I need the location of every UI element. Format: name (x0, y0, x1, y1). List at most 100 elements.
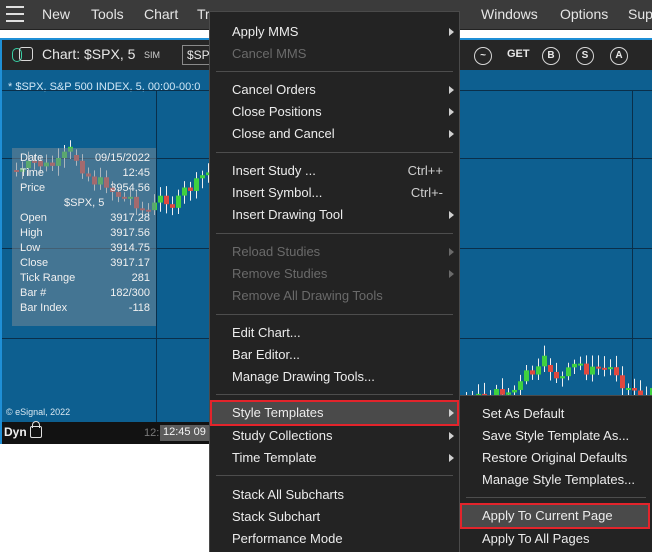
hamburger-menu-icon[interactable] (6, 6, 24, 22)
menu-windows[interactable]: Windows (481, 6, 538, 22)
candle-body (596, 366, 601, 369)
candle-body (170, 204, 175, 208)
menu-item-style-templates[interactable]: Style Templates (210, 400, 459, 426)
menu-item-label: Time Template (232, 450, 317, 465)
data-label: High (20, 227, 43, 239)
menu-tools[interactable]: Tools (91, 6, 124, 22)
data-label: Close (20, 257, 49, 269)
symbol-input[interactable]: $SP (182, 45, 212, 65)
dyn-label[interactable]: Dyn (4, 425, 27, 439)
menu-item-apply-mms[interactable]: Apply MMS (210, 21, 459, 43)
refresh-icon[interactable]: ~ (474, 47, 492, 65)
data-value: 182/300 (110, 287, 150, 299)
menu-item-cancel-mms: Cancel MMS (210, 43, 459, 65)
menu-item-shortcut: Ctrl++ (407, 163, 443, 178)
menu-item-performance-mode[interactable]: Performance Mode (210, 528, 459, 550)
menu-item-label: Apply To Current Page (482, 508, 613, 523)
window-icon[interactable] (19, 47, 33, 61)
candle-body (590, 366, 595, 375)
menu-item-remove-all-drawing-tools: Remove All Drawing Tools (210, 285, 459, 307)
menu-separator (216, 233, 453, 234)
menu-item-label: Edit Chart... (232, 325, 301, 340)
menu-item-label: Set As Default (482, 406, 565, 421)
data-value: 3917.17 (110, 257, 150, 269)
menu-trade[interactable]: Tr (197, 6, 210, 22)
candle-body (584, 363, 589, 375)
menu-item-insert-study[interactable]: Insert Study ... Ctrl++ (210, 160, 459, 182)
menu-chart[interactable]: Chart (144, 6, 178, 22)
sell-icon[interactable]: S (576, 47, 594, 65)
menu-separator (216, 475, 453, 476)
data-value: 09/15/2022 (94, 152, 150, 164)
menu-item-save-style-template-as[interactable]: Save Style Template As... (460, 425, 652, 447)
candle-body (530, 370, 535, 375)
menu-separator (216, 71, 453, 72)
menu-item-label: Manage Style Templates... (482, 472, 635, 487)
menu-item-cancel-orders[interactable]: Cancel Orders (210, 79, 459, 101)
menu-new[interactable]: New (42, 6, 70, 22)
candle-body (542, 355, 547, 367)
menu-item-edit-chart[interactable]: Edit Chart... (210, 322, 459, 344)
menu-item-stack-subchart[interactable]: Stack Subchart (210, 506, 459, 528)
menu-item-manage-style-templates[interactable]: Manage Style Templates... (460, 469, 652, 491)
cursor-time-label: 12:45 09 (160, 425, 209, 441)
buy-icon[interactable]: B (542, 47, 560, 65)
data-label: Date (20, 152, 44, 164)
candle-body (566, 367, 571, 377)
data-row-open: Open 3917.28 (20, 212, 150, 224)
lock-icon[interactable] (30, 421, 42, 438)
menu-item-set-as-default[interactable]: Set As Default (460, 403, 652, 425)
menu-item-label: Restore Original Defaults (482, 450, 628, 465)
submenu-arrow-icon (449, 86, 454, 94)
menu-item-shortcut: Ctrl+- (410, 185, 443, 200)
menu-item-label: Insert Drawing Tool (232, 207, 344, 222)
data-value: 3917.56 (110, 227, 150, 239)
menu-item-manage-drawing-tools[interactable]: Manage Drawing Tools... (210, 366, 459, 388)
menu-item-label: Reload Studies (232, 244, 321, 259)
copyright-text: © eSignal, 2022 (6, 407, 71, 417)
data-value: 3917.28 (110, 212, 150, 224)
menu-item-label: Cancel MMS (232, 46, 307, 61)
menu-item-insert-drawing-tool[interactable]: Insert Drawing Tool (210, 204, 459, 226)
menu-item-bar-editor[interactable]: Bar Editor... (210, 344, 459, 366)
menu-item-apply-to-all-pages[interactable]: Apply To All Pages (460, 528, 652, 550)
candle-body (560, 376, 565, 379)
candle-body (500, 389, 505, 395)
menu-separator (466, 497, 646, 498)
menu-options[interactable]: Options (560, 6, 608, 22)
menu-item-close-positions[interactable]: Close Positions (210, 101, 459, 123)
candle-body (524, 370, 529, 382)
menu-item-apply-to-current-page[interactable]: Apply To Current Page (460, 503, 650, 529)
candle-body (518, 381, 523, 390)
data-window: $SPX, 5 Date 09/15/2022 Time 12:45 Price 39… (12, 148, 156, 326)
menu-item-label: Remove All Drawing Tools (232, 288, 383, 303)
submenu-arrow-icon (449, 28, 454, 36)
data-value: 12:45 (122, 167, 150, 179)
data-window-symbol: $SPX, 5 (64, 197, 105, 209)
menu-item-study-collections[interactable]: Study Collections (210, 425, 459, 447)
menu-item-label: Performance Mode (232, 531, 343, 546)
candle-body (188, 187, 193, 191)
candle-body (620, 375, 625, 389)
data-row-tick-range: Tick Range 281 (20, 272, 150, 284)
chart-title: Chart: $SPX, 5 (42, 46, 136, 62)
menu-item-label: Manage Drawing Tools... (232, 369, 375, 384)
alert-icon[interactable]: A (610, 47, 628, 65)
menu-item-label: Save Style Template As... (482, 428, 630, 443)
candle-body (554, 371, 559, 379)
menu-item-stack-all-subcharts[interactable]: Stack All Subcharts (210, 484, 459, 506)
chart-context-menu: Apply MMS Cancel MMS Cancel Orders Close… (209, 11, 460, 552)
menu-item-label: Close Positions (232, 104, 322, 119)
data-label: Open (20, 212, 47, 224)
menu-item-label: Remove Studies (232, 266, 328, 281)
menu-item-restore-original-defaults[interactable]: Restore Original Defaults (460, 447, 652, 469)
menu-item-time-template[interactable]: Time Template (210, 447, 459, 469)
get-button[interactable]: GET (507, 48, 530, 60)
menu-item-close-and-cancel[interactable]: Close and Cancel (210, 123, 459, 145)
candle-body (158, 195, 163, 203)
menu-support[interactable]: Sup (628, 6, 652, 22)
candle-body (608, 367, 613, 370)
sim-badge: SIM (144, 50, 161, 60)
menu-item-insert-symbol[interactable]: Insert Symbol... Ctrl+- (210, 182, 459, 204)
menu-item-label: Study Collections (232, 428, 333, 443)
